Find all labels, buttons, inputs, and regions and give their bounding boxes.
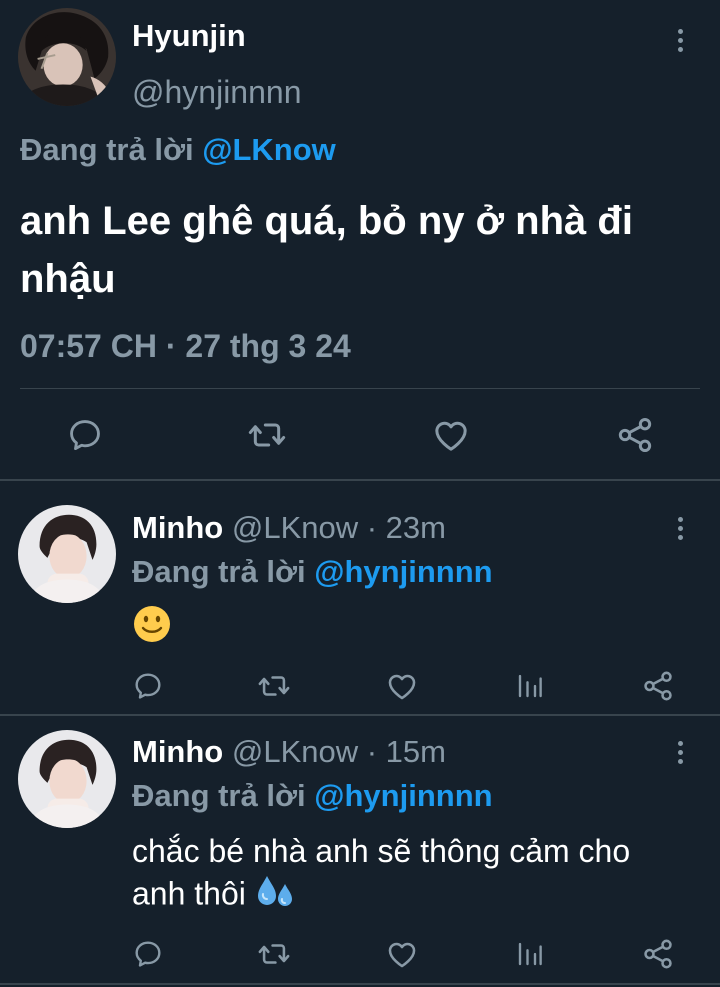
like-icon[interactable] xyxy=(430,414,472,456)
replying-prefix: Đang trả lời xyxy=(132,554,306,589)
handle-time[interactable]: @LKnow · 15m xyxy=(232,734,446,769)
handle-time[interactable]: @LKnow · 23m xyxy=(232,510,446,545)
replying-to: Đang trả lời @LKnow xyxy=(20,132,336,168)
sweat-droplets-emoji xyxy=(255,872,297,920)
like-icon[interactable] xyxy=(384,668,420,704)
replying-to-link[interactable]: @hynjinnnn xyxy=(314,554,492,589)
divider xyxy=(20,388,700,389)
analytics-icon[interactable] xyxy=(512,936,548,972)
main-tweet: Hyunjin @hynjinnnn Đang trả lời @LKnow a… xyxy=(0,0,720,480)
avatar-minho[interactable] xyxy=(18,505,116,603)
author-handle[interactable]: @hynjinnnn xyxy=(132,74,301,111)
analytics-icon[interactable] xyxy=(512,668,548,704)
more-options-icon[interactable] xyxy=(676,741,684,764)
avatar-minho[interactable] xyxy=(18,730,116,828)
retweet-icon[interactable] xyxy=(246,414,288,456)
tweet-text-content: chắc bé nhà anh sẽ thông cảm cho anh thô… xyxy=(132,833,631,912)
share-icon[interactable] xyxy=(640,668,676,704)
author-name[interactable]: Minho xyxy=(132,510,223,545)
avatar-hyunjin[interactable] xyxy=(18,8,116,106)
reply-icon[interactable] xyxy=(64,414,106,456)
author-name[interactable]: Hyunjin xyxy=(132,18,246,54)
reply-icon[interactable] xyxy=(130,936,166,972)
like-icon[interactable] xyxy=(384,936,420,972)
section-separator xyxy=(0,479,720,481)
reply-header: Minho @LKnow · 15m xyxy=(132,734,446,770)
retweet-icon[interactable] xyxy=(256,668,292,704)
tweet-timestamp[interactable]: 07:57 CH · 27 thg 3 24 xyxy=(20,328,351,365)
retweet-icon[interactable] xyxy=(256,936,292,972)
replying-to-link[interactable]: @hynjinnnn xyxy=(314,778,492,813)
replying-to: Đang trả lời @hynjinnnn xyxy=(132,554,493,590)
replying-to: Đang trả lời @hynjinnnn xyxy=(132,778,493,814)
section-separator xyxy=(0,714,720,716)
reply-header: Minho @LKnow · 23m xyxy=(132,510,446,546)
tweet-text: chắc bé nhà anh sẽ thông cảm cho anh thô… xyxy=(132,830,692,920)
more-options-icon[interactable] xyxy=(676,517,684,540)
slightly-smiling-face-emoji xyxy=(132,604,172,654)
more-options-icon[interactable] xyxy=(676,29,684,52)
reply-icon[interactable] xyxy=(130,668,166,704)
replying-prefix: Đang trả lời xyxy=(132,778,306,813)
author-name[interactable]: Minho xyxy=(132,734,223,769)
share-icon[interactable] xyxy=(614,414,656,456)
tweet-text xyxy=(132,604,692,654)
replying-prefix: Đang trả lời xyxy=(20,132,194,167)
tweet-text: anh Lee ghê quá, bỏ ny ở nhà đi nhậu xyxy=(20,199,633,301)
section-separator xyxy=(0,983,720,985)
share-icon[interactable] xyxy=(640,936,676,972)
replying-to-link[interactable]: @LKnow xyxy=(202,132,336,167)
